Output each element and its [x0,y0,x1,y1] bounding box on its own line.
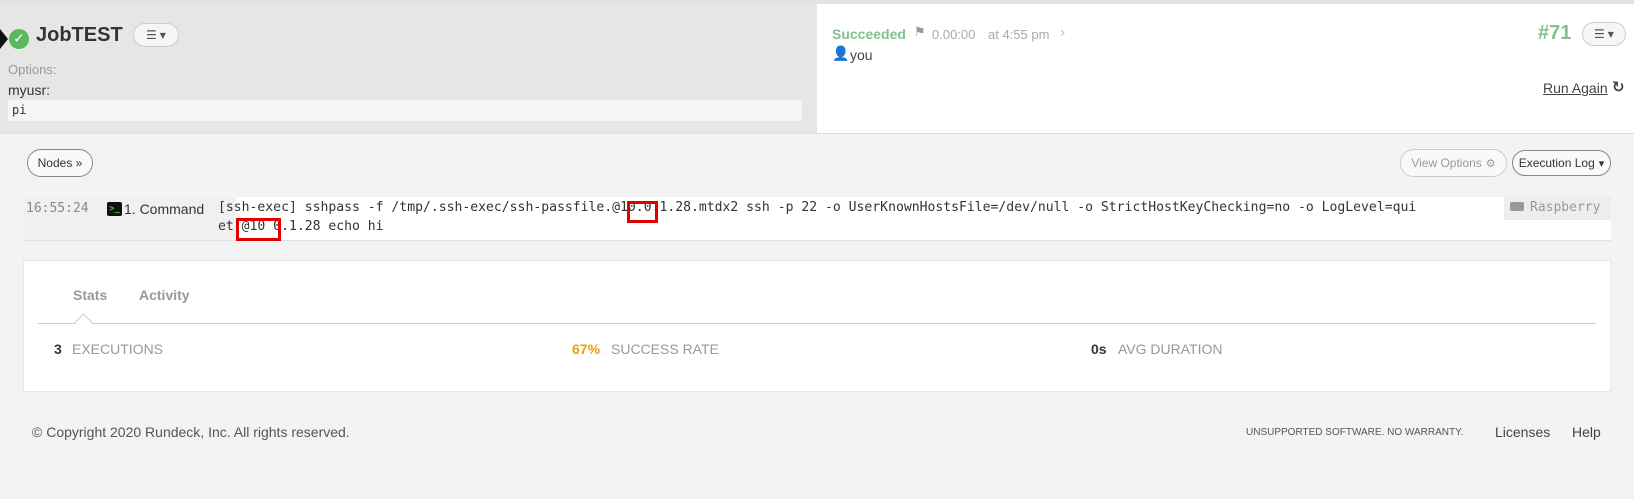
execution-menu-button[interactable]: ☰ ▼ [1582,22,1626,46]
help-link[interactable]: Help [1572,424,1601,440]
log-output-line-1: [ssh-exec] sshpass -f /tmp/.ssh-exec/ssh… [218,200,1417,215]
execution-log-button[interactable]: Execution Log ▾ [1512,150,1611,176]
active-tab-indicator [74,313,93,332]
caret-down-icon: ▾ [1598,156,1605,170]
tab-stats[interactable]: Stats [73,287,107,303]
licenses-link[interactable]: Licenses [1495,424,1550,440]
job-actions-menu-button[interactable]: ☰ ▼ [133,23,179,47]
log-timestamp: 16:55:24 [26,201,89,216]
node-cell[interactable]: Raspberry [1504,197,1611,220]
flag-icon: ⚑ [914,25,926,40]
log-time-cell: 16:55:24 [23,197,105,240]
avg-duration-label: AVG DURATION [1118,341,1223,357]
duration: 0.00:00 [932,27,976,42]
tab-divider [38,323,1596,324]
execution-number[interactable]: #71 [1538,22,1571,45]
caret-down-icon: ▼ [1607,29,1614,39]
user-icon: 👤 [832,46,850,62]
list-icon: ☰ [1594,27,1605,41]
log-step-cell: >_ 1. Command [105,197,236,240]
nodes-button-label: Nodes » [37,156,83,170]
job-info-panel: ✓ JobTEST ☰ ▼ Options: myusr: pi [0,4,817,133]
avg-duration-value: 0s [1091,341,1107,357]
log-output-line-2: et @10 0.1.28 echo hi [218,219,384,234]
node-name: Raspberry [1530,200,1601,215]
executions-label: EXECUTIONS [72,341,164,357]
server-icon [1510,202,1524,211]
options-label: Options: [8,62,57,77]
option-value: pi [8,100,802,121]
view-options-label: View Options [1411,156,1482,170]
tab-activity[interactable]: Activity [139,287,190,303]
user-name: you [850,47,873,63]
option-name: myusr: [8,82,50,98]
execution-log-label: Execution Log [1518,156,1595,170]
list-icon: ☰ [146,28,157,42]
view-options-button[interactable]: View Options ⚙ [1400,149,1507,177]
highlight-box-1 [627,201,658,223]
terminal-icon: >_ [107,202,122,216]
header-divider [0,133,1634,134]
stats-card: Stats Activity 3 EXECUTIONS 67% SUCCESS … [23,260,1611,392]
executions-value: 3 [54,341,62,357]
step-label: 1. Command [124,201,205,217]
caret-down-icon: ▼ [159,30,166,40]
refresh-icon[interactable]: ↻ [1612,78,1625,96]
footer-copyright: © Copyright 2020 Rundeck, Inc. All right… [32,424,350,440]
job-title[interactable]: JobTEST [36,24,123,47]
status-text: Succeeded [832,26,906,42]
chevron-right-icon[interactable]: › [1060,25,1066,41]
check-icon: ✓ [9,29,29,49]
execution-time: at 4:55 pm [988,27,1050,42]
execution-summary-panel [817,4,1634,133]
pointer-arrow-icon [0,29,8,49]
highlight-box-2 [236,218,281,241]
success-rate-label: SUCCESS RATE [611,341,719,357]
success-rate-value: 67% [572,341,601,357]
footer-warning: UNSUPPORTED SOFTWARE. NO WARRANTY. [1246,427,1464,438]
nodes-button[interactable]: Nodes » [27,149,93,177]
gear-icon: ⚙ [1485,156,1496,170]
run-again-link[interactable]: Run Again [1543,80,1608,96]
